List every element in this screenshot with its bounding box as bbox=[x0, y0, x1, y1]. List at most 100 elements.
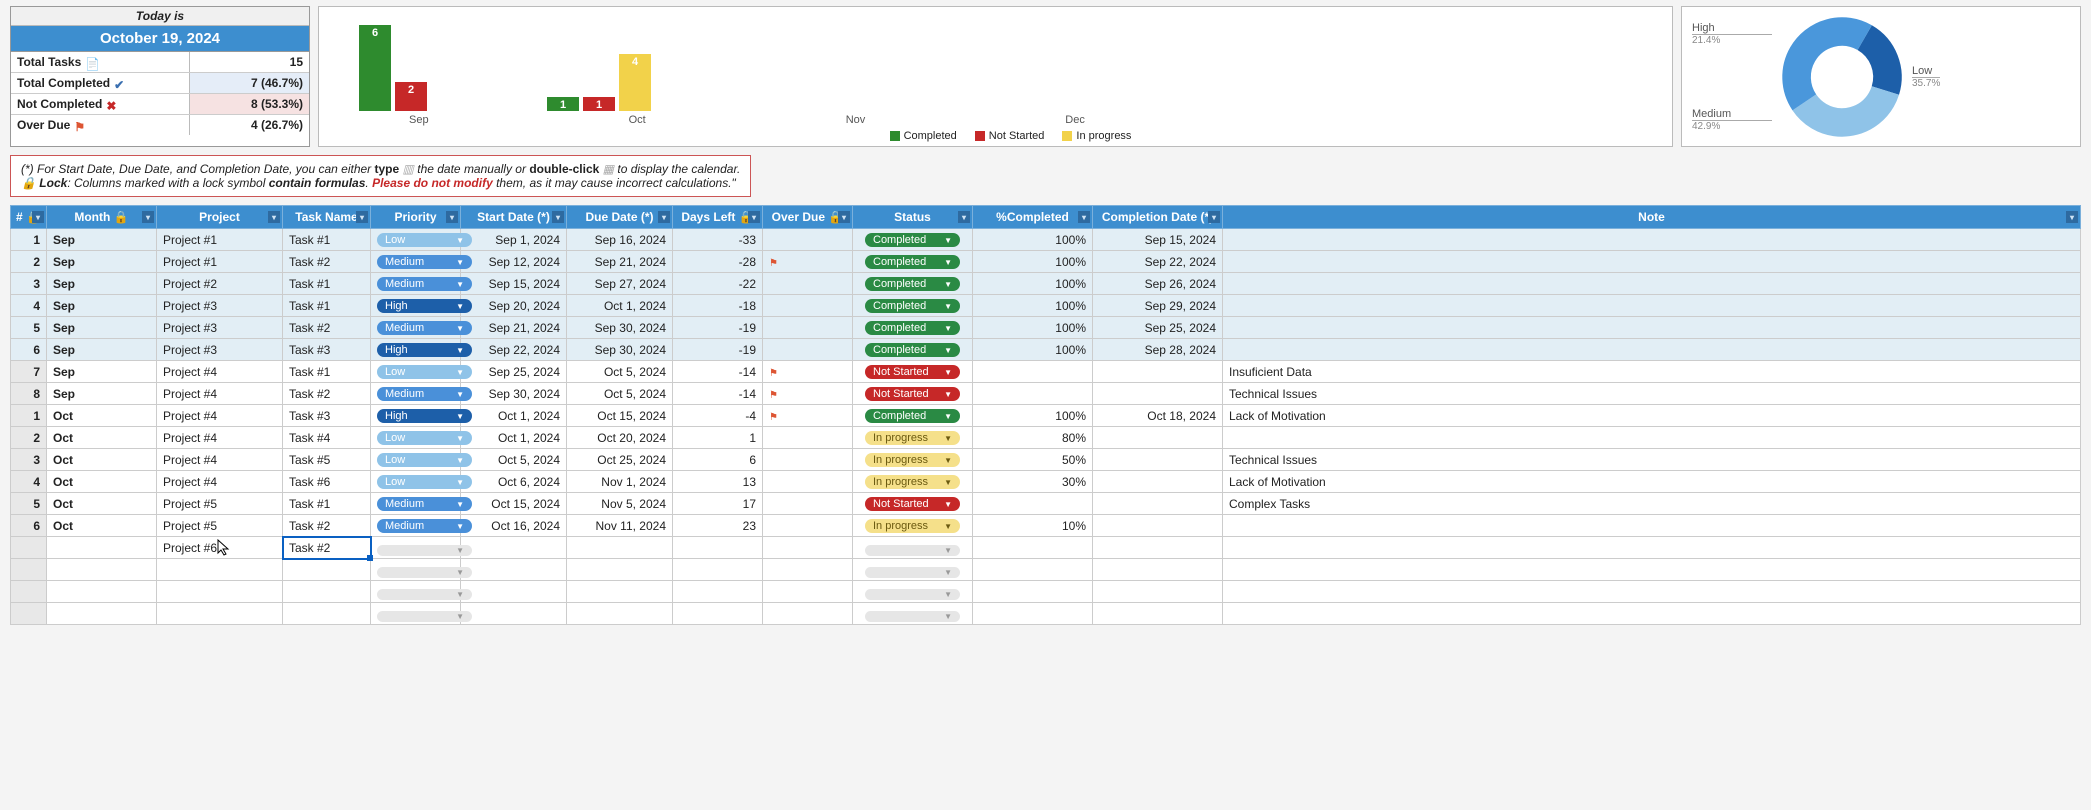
cell-priority[interactable]: Low▼ bbox=[371, 361, 461, 383]
col-note[interactable]: Note▾ bbox=[1223, 206, 2081, 229]
cell-due-date[interactable] bbox=[567, 537, 673, 559]
cell-due-date[interactable]: Nov 1, 2024 bbox=[567, 471, 673, 493]
cell-status[interactable]: Completed▼ bbox=[853, 317, 973, 339]
cell-note[interactable] bbox=[1223, 317, 2081, 339]
cell-over-due[interactable] bbox=[763, 317, 853, 339]
cell-due-date[interactable]: Nov 5, 2024 bbox=[567, 493, 673, 515]
cell-start-date[interactable]: Sep 20, 2024 bbox=[461, 295, 567, 317]
cell-completion-date[interactable] bbox=[1093, 515, 1223, 537]
cell-task[interactable]: Task #1 bbox=[283, 295, 371, 317]
cell-note[interactable]: Lack of Motivation bbox=[1223, 471, 2081, 493]
cell-status[interactable]: ▼ bbox=[853, 537, 973, 559]
cell-due-date[interactable]: Sep 21, 2024 bbox=[567, 251, 673, 273]
filter-icon[interactable]: ▾ bbox=[2066, 211, 2078, 223]
cell-start-date[interactable]: Sep 21, 2024 bbox=[461, 317, 567, 339]
cell-id[interactable]: 2 bbox=[11, 427, 47, 449]
cell-priority[interactable]: High▼ bbox=[371, 339, 461, 361]
cell-pct[interactable]: 100% bbox=[973, 405, 1093, 427]
table-row-empty[interactable]: ▼ ▼ bbox=[11, 581, 2081, 603]
cell-month[interactable]: Sep bbox=[47, 229, 157, 251]
cell-task[interactable]: Task #1 bbox=[283, 493, 371, 515]
cell-due-date[interactable]: Oct 15, 2024 bbox=[567, 405, 673, 427]
cell-over-due[interactable] bbox=[763, 427, 853, 449]
cell-id[interactable]: 5 bbox=[11, 317, 47, 339]
dropdown-pill[interactable]: In progress▼ bbox=[865, 475, 960, 489]
cell-project[interactable]: Project #2 bbox=[157, 273, 283, 295]
table-row[interactable]: 1 Oct Project #4 Task #3 High▼ Oct 1, 20… bbox=[11, 405, 2081, 427]
cell-month[interactable]: Sep bbox=[47, 317, 157, 339]
cell-project[interactable]: Project #6 bbox=[157, 537, 283, 559]
cell-status[interactable]: In progress▼ bbox=[853, 471, 973, 493]
col-month[interactable]: Month 🔒▾ bbox=[47, 206, 157, 229]
cell-due-date[interactable]: Sep 27, 2024 bbox=[567, 273, 673, 295]
cell-pct[interactable]: 100% bbox=[973, 317, 1093, 339]
filter-icon[interactable]: ▾ bbox=[1078, 211, 1090, 223]
cell-task[interactable]: Task #2 bbox=[283, 515, 371, 537]
table-row[interactable]: 4 Oct Project #4 Task #6 Low▼ Oct 6, 202… bbox=[11, 471, 2081, 493]
cell-start-date[interactable]: Sep 12, 2024 bbox=[461, 251, 567, 273]
cell-id[interactable]: 4 bbox=[11, 471, 47, 493]
dropdown-pill[interactable]: Low▼ bbox=[377, 233, 472, 247]
cell-start-date[interactable]: Oct 1, 2024 bbox=[461, 427, 567, 449]
cell-over-due[interactable] bbox=[763, 295, 853, 317]
cell-days-left[interactable]: -19 bbox=[673, 339, 763, 361]
table-row[interactable]: 2 Sep Project #1 Task #2 Medium▼ Sep 12,… bbox=[11, 251, 2081, 273]
cell-month[interactable]: Oct bbox=[47, 493, 157, 515]
cell-start-date[interactable]: Sep 1, 2024 bbox=[461, 229, 567, 251]
cell-due-date[interactable]: Oct 5, 2024 bbox=[567, 361, 673, 383]
cell-pct[interactable] bbox=[973, 361, 1093, 383]
col-priority[interactable]: Priority▾ bbox=[371, 206, 461, 229]
cell-days-left[interactable] bbox=[673, 537, 763, 559]
cell-id[interactable]: 6 bbox=[11, 339, 47, 361]
cell-completion-date[interactable] bbox=[1093, 427, 1223, 449]
table-row[interactable]: 7 Sep Project #4 Task #1 Low▼ Sep 25, 20… bbox=[11, 361, 2081, 383]
cell-over-due[interactable] bbox=[763, 493, 853, 515]
cell-start-date[interactable]: Sep 30, 2024 bbox=[461, 383, 567, 405]
cell-pct[interactable]: 100% bbox=[973, 339, 1093, 361]
cell-completion-date[interactable] bbox=[1093, 471, 1223, 493]
cell-task[interactable]: Task #3 bbox=[283, 339, 371, 361]
cell-id[interactable]: 3 bbox=[11, 449, 47, 471]
cell-days-left[interactable]: 6 bbox=[673, 449, 763, 471]
cell-task[interactable]: Task #1 bbox=[283, 273, 371, 295]
cell-priority[interactable]: Medium▼ bbox=[371, 515, 461, 537]
cell-due-date[interactable]: Sep 30, 2024 bbox=[567, 339, 673, 361]
table-row[interactable]: 5 Oct Project #5 Task #1 Medium▼ Oct 15,… bbox=[11, 493, 2081, 515]
filter-icon[interactable]: ▾ bbox=[658, 211, 670, 223]
col-days-left[interactable]: Days Left 🔒▾ bbox=[673, 206, 763, 229]
cell-days-left[interactable]: -14 bbox=[673, 361, 763, 383]
cell-due-date[interactable]: Oct 25, 2024 bbox=[567, 449, 673, 471]
cell-project[interactable]: Project #4 bbox=[157, 361, 283, 383]
cell-note[interactable] bbox=[1223, 295, 2081, 317]
cell-note[interactable]: Complex Tasks bbox=[1223, 493, 2081, 515]
cell-over-due[interactable] bbox=[763, 537, 853, 559]
cell-start-date[interactable] bbox=[461, 537, 567, 559]
cell-status[interactable]: In progress▼ bbox=[853, 449, 973, 471]
cell-project[interactable]: Project #5 bbox=[157, 515, 283, 537]
col-status[interactable]: Status▾ bbox=[853, 206, 973, 229]
cell-note[interactable]: Technical Issues bbox=[1223, 449, 2081, 471]
dropdown-pill[interactable]: Completed▼ bbox=[865, 409, 960, 423]
table-row[interactable]: 4 Sep Project #3 Task #1 High▼ Sep 20, 2… bbox=[11, 295, 2081, 317]
dropdown-pill[interactable]: Medium▼ bbox=[377, 277, 472, 291]
cell-pct[interactable]: 100% bbox=[973, 295, 1093, 317]
cell-pct[interactable]: 100% bbox=[973, 251, 1093, 273]
col-task[interactable]: Task Name▾ bbox=[283, 206, 371, 229]
cell-status[interactable]: Not Started▼ bbox=[853, 383, 973, 405]
cell-priority[interactable]: Low▼ bbox=[371, 427, 461, 449]
cell-task[interactable]: Task #1 bbox=[283, 361, 371, 383]
cell-priority[interactable]: ▼ bbox=[371, 537, 461, 559]
cell-id[interactable]: 8 bbox=[11, 383, 47, 405]
cell-priority[interactable]: Low▼ bbox=[371, 471, 461, 493]
filter-icon[interactable]: ▾ bbox=[446, 211, 458, 223]
cell-note[interactable]: Technical Issues bbox=[1223, 383, 2081, 405]
cell-over-due[interactable] bbox=[763, 273, 853, 295]
cell-id[interactable]: 7 bbox=[11, 361, 47, 383]
cell-completion-date[interactable]: Sep 26, 2024 bbox=[1093, 273, 1223, 295]
col-start-date[interactable]: Start Date (*)▾ bbox=[461, 206, 567, 229]
cell-project[interactable]: Project #1 bbox=[157, 251, 283, 273]
dropdown-pill[interactable]: Completed▼ bbox=[865, 277, 960, 291]
cell-priority[interactable]: High▼ bbox=[371, 295, 461, 317]
cell-completion-date[interactable] bbox=[1093, 537, 1223, 559]
cell-days-left[interactable]: -4 bbox=[673, 405, 763, 427]
